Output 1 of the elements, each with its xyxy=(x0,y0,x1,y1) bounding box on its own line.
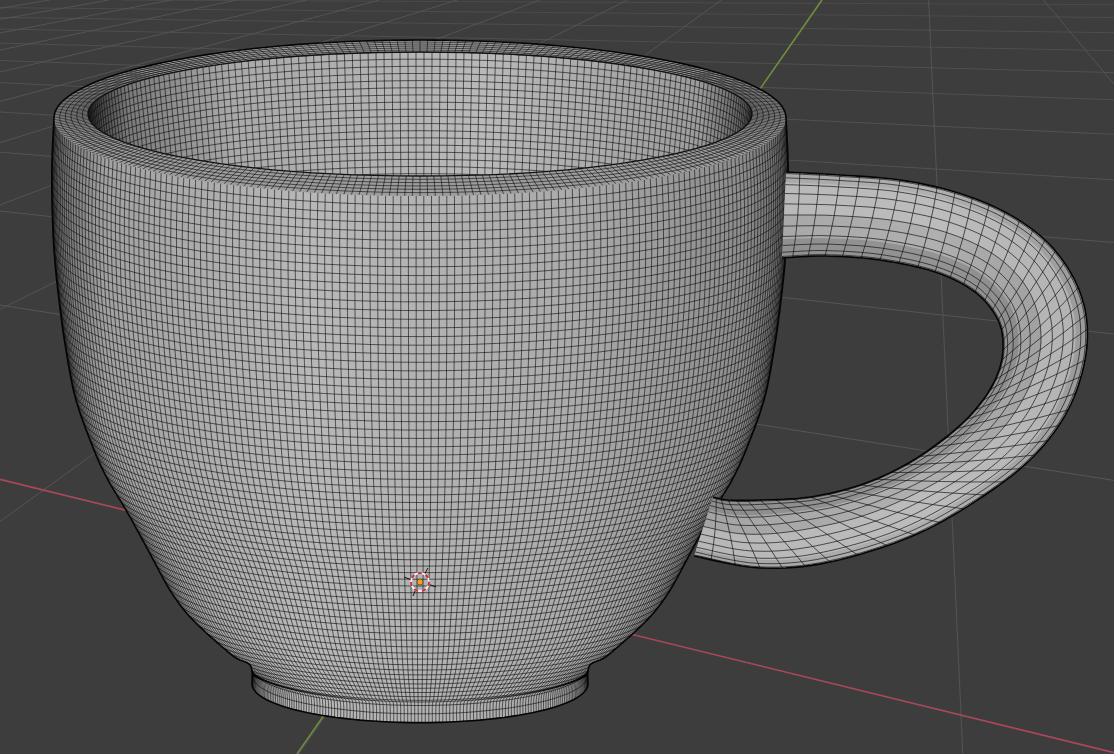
crosshair-icon xyxy=(403,567,437,597)
